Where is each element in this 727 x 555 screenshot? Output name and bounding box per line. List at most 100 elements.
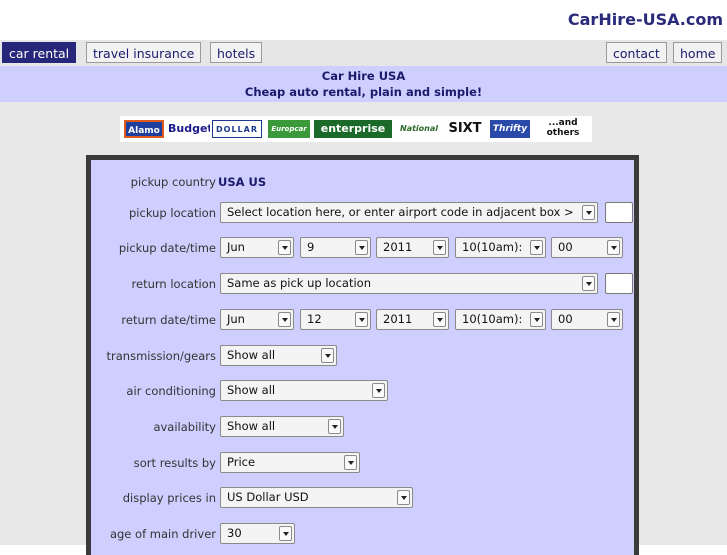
currency-value: US Dollar USD — [227, 490, 309, 504]
chevron-down-icon — [372, 383, 385, 398]
pickup-country-label: pickup country — [130, 175, 216, 189]
availability-select[interactable]: Show all — [220, 416, 344, 437]
chevron-down-icon — [530, 312, 543, 327]
chevron-down-icon — [278, 312, 291, 327]
logo-national: National — [400, 124, 438, 133]
banner-tagline: Cheap auto rental, plain and simple! — [244, 85, 483, 99]
air-conditioning-row: air conditioning Show all — [91, 380, 636, 404]
return-hour-select[interactable]: 10(10am): — [455, 309, 546, 330]
chevron-down-icon — [344, 455, 357, 470]
availability-label: availability — [153, 420, 216, 434]
return-month-value: Jun — [227, 312, 245, 326]
pickup-location-select[interactable]: Select location here, or enter airport c… — [220, 202, 598, 223]
return-year-value: 2011 — [383, 312, 413, 326]
pickup-year-value: 2011 — [383, 240, 413, 254]
chevron-down-icon — [530, 240, 543, 255]
return-airport-code-input[interactable] — [605, 273, 633, 294]
pickup-day-value: 9 — [307, 240, 315, 254]
return-day-select[interactable]: 12 — [300, 309, 371, 330]
pickup-minute-select[interactable]: 00 — [551, 237, 623, 258]
chevron-down-icon — [397, 490, 410, 505]
nav-hotels[interactable]: hotels — [210, 42, 263, 63]
chevron-down-icon — [278, 240, 291, 255]
return-location-value: Same as pick up location — [227, 276, 371, 290]
driver-age-row: age of main driver 30 — [91, 523, 636, 547]
return-location-label: return location — [131, 277, 216, 291]
chevron-down-icon — [328, 419, 341, 434]
transmission-value: Show all — [227, 348, 276, 362]
pickup-country-row: pickup country USA US — [91, 171, 636, 195]
air-conditioning-value: Show all — [227, 383, 276, 397]
pickup-location-label: pickup location — [129, 206, 216, 220]
logo-alamo: Alamo — [124, 120, 164, 138]
nav-bar: car rental travel insurance hotels conta… — [0, 40, 727, 66]
nav-home[interactable]: home — [673, 42, 723, 63]
return-month-select[interactable]: Jun — [220, 309, 294, 330]
pickup-location-row: pickup location Select location here, or… — [91, 202, 636, 226]
return-location-select[interactable]: Same as pick up location — [220, 273, 598, 294]
banner: Car Hire USA Cheap auto rental, plain an… — [0, 66, 727, 102]
pickup-location-value: Select location here, or enter airport c… — [227, 205, 574, 219]
chevron-down-icon — [433, 312, 446, 327]
return-minute-select[interactable]: 00 — [551, 309, 623, 330]
transmission-select[interactable]: Show all — [220, 345, 337, 366]
transmission-row: transmission/gears Show all — [91, 345, 636, 369]
availability-value: Show all — [227, 419, 276, 433]
currency-label: display prices in — [122, 491, 216, 505]
logo-thrifty: Thrifty — [490, 120, 530, 138]
driver-age-select[interactable]: 30 — [220, 523, 295, 544]
nav-car-rental[interactable]: car rental — [2, 42, 77, 63]
pickup-datetime-row: pickup date/time Jun 9 2011 10(10am): 00 — [91, 237, 636, 261]
logo-dollar: DOLLAR — [212, 120, 262, 138]
supplier-logos: Alamo Budget DOLLAR Europcar enterprise … — [120, 116, 592, 142]
logo-europcar: Europcar — [268, 120, 310, 138]
chevron-down-icon — [355, 312, 368, 327]
return-minute-value: 00 — [558, 312, 573, 326]
pickup-hour-select[interactable]: 10(10am): — [455, 237, 546, 258]
pickup-datetime-label: pickup date/time — [118, 241, 216, 255]
driver-age-label: age of main driver — [109, 527, 216, 541]
pickup-country-value: USA US — [218, 175, 267, 189]
banner-title: Car Hire USA — [321, 69, 406, 83]
pickup-hour-value: 10(10am): — [462, 240, 523, 254]
return-datetime-label: return date/time — [121, 313, 216, 327]
pickup-month-select[interactable]: Jun — [220, 237, 294, 258]
logo-enterprise: enterprise — [314, 120, 392, 138]
chevron-down-icon — [433, 240, 446, 255]
chevron-down-icon — [279, 526, 292, 541]
air-conditioning-select[interactable]: Show all — [220, 380, 388, 401]
sort-value: Price — [227, 455, 256, 469]
logo-budget: Budget — [168, 122, 210, 135]
sort-row: sort results by Price — [91, 452, 636, 476]
pickup-year-select[interactable]: 2011 — [376, 237, 449, 258]
logo-others: ...and others — [546, 118, 580, 138]
return-hour-value: 10(10am): — [462, 312, 523, 326]
driver-age-value: 30 — [227, 526, 242, 540]
pickup-day-select[interactable]: 9 — [300, 237, 371, 258]
currency-select[interactable]: US Dollar USD — [220, 487, 413, 508]
pickup-month-value: Jun — [227, 240, 245, 254]
nav-contact[interactable]: contact — [606, 42, 667, 63]
return-location-row: return location Same as pick up location — [91, 273, 636, 297]
air-conditioning-label: air conditioning — [126, 384, 216, 398]
chevron-down-icon — [607, 312, 620, 327]
logo-sixt: SIXT — [448, 121, 482, 136]
pickup-minute-value: 00 — [558, 240, 573, 254]
pickup-airport-code-input[interactable] — [605, 202, 633, 223]
chevron-down-icon — [321, 348, 334, 363]
transmission-label: transmission/gears — [106, 349, 216, 363]
chevron-down-icon — [582, 205, 595, 220]
availability-row: availability Show all — [91, 416, 636, 440]
return-day-value: 12 — [307, 312, 322, 326]
return-datetime-row: return date/time Jun 12 2011 10(10am): 0… — [91, 309, 636, 333]
chevron-down-icon — [582, 276, 595, 291]
sort-select[interactable]: Price — [220, 452, 360, 473]
chevron-down-icon — [607, 240, 620, 255]
currency-row: display prices in US Dollar USD — [91, 487, 636, 511]
sort-label: sort results by — [133, 456, 216, 470]
site-title: CarHire-USA.com — [567, 10, 723, 29]
chevron-down-icon — [355, 240, 368, 255]
return-year-select[interactable]: 2011 — [376, 309, 449, 330]
nav-travel-insurance[interactable]: travel insurance — [86, 42, 202, 63]
search-form: pickup country USA US pickup location Se… — [86, 155, 639, 555]
